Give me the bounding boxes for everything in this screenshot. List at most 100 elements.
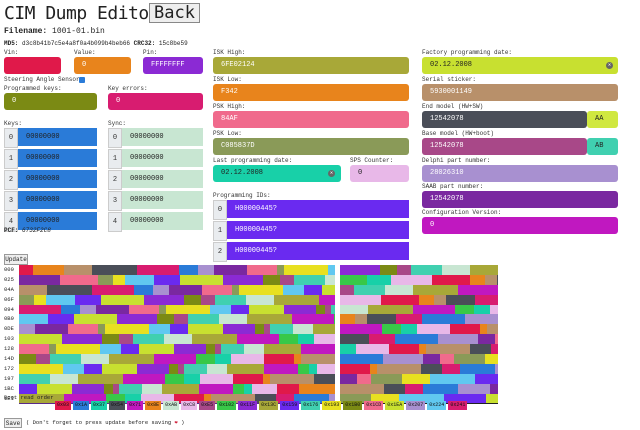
boot-chip[interactable]: 0x1A: [73, 401, 90, 410]
hex-offset: 1BC: [4, 384, 14, 392]
hex-segment: [80, 304, 96, 315]
sync-field[interactable]: 00000000: [122, 149, 203, 167]
boot-chip[interactable]: 0x1CD: [364, 401, 384, 410]
hex-segment: [419, 294, 434, 305]
vin-field[interactable]: [4, 57, 61, 74]
sps-field[interactable]: 0: [350, 165, 409, 182]
sync-field[interactable]: 00000000: [122, 212, 203, 230]
hex-segment: [319, 294, 335, 305]
hex-offset: 0DE: [4, 325, 14, 333]
pcf-label: PCF:: [4, 227, 19, 234]
serial-field[interactable]: 5930001149: [422, 84, 618, 101]
boot-chip[interactable]: 0x11F: [238, 401, 258, 410]
hex-segment: [478, 334, 495, 345]
hex-segment: [153, 284, 169, 295]
end-model-suffix[interactable]: AA: [587, 111, 618, 128]
boot-chip[interactable]: 0x159: [280, 401, 300, 410]
psk-low-field[interactable]: C085837D: [213, 138, 409, 155]
key-field[interactable]: 00000000: [18, 191, 97, 209]
key-field[interactable]: 00000000: [18, 149, 97, 167]
boot-chip[interactable]: 0x176: [301, 401, 321, 410]
prog-id-field[interactable]: H00000445?: [227, 242, 409, 260]
boot-chip[interactable]: 0x224: [427, 401, 447, 410]
base-model-field[interactable]: 12542078: [422, 138, 587, 155]
programmed-keys-field[interactable]: 0: [4, 93, 97, 110]
hex-segment: [78, 373, 123, 384]
hex-row: [19, 304, 335, 315]
isk-low-field[interactable]: F342: [213, 84, 409, 101]
hex-segment: [101, 294, 144, 305]
config-field[interactable]: 0: [422, 217, 618, 234]
last-prog-field[interactable]: 02.12.2008: [213, 165, 341, 182]
hex-segment: [237, 334, 279, 345]
psk-high-field[interactable]: 84AF: [213, 111, 409, 128]
hex-segment: [442, 265, 470, 275]
prog-id-index: 2: [213, 242, 227, 262]
boot-chip[interactable]: 0x03: [55, 401, 72, 410]
saab-field[interactable]: 12542078: [422, 191, 618, 208]
boot-chip[interactable]: 0xAB: [163, 401, 180, 410]
hex-byte-grid[interactable]: [19, 265, 335, 404]
hex-row: [340, 354, 498, 364]
boot-chip[interactable]: 0x193: [322, 401, 342, 410]
hex-segment: [46, 294, 75, 305]
key-errors-field[interactable]: 0: [108, 93, 203, 110]
key-field[interactable]: 00000000: [18, 128, 97, 146]
boot-chip[interactable]: 0x13C: [259, 401, 279, 410]
ascii-view[interactable]: [340, 265, 498, 404]
sync-field[interactable]: 00000000: [122, 191, 203, 209]
key-field[interactable]: 00000000: [18, 170, 97, 188]
sync-field[interactable]: 00000000: [122, 170, 203, 188]
prog-id-field[interactable]: H00000445?: [227, 200, 409, 218]
hex-segment: [50, 373, 78, 384]
hex-segment: [367, 314, 396, 325]
value-field[interactable]: 0: [74, 57, 131, 74]
end-model-field[interactable]: 12542078: [422, 111, 587, 128]
back-button[interactable]: Back: [149, 3, 200, 23]
update-button[interactable]: Update: [4, 254, 28, 265]
boot-chip[interactable]: 0x1B0: [343, 401, 363, 410]
boot-chip[interactable]: 0x207: [406, 401, 426, 410]
crc-value: 15c8be59: [158, 40, 188, 47]
hex-segment: [62, 334, 102, 345]
boot-chip[interactable]: 0x102: [217, 401, 237, 410]
base-model-suffix[interactable]: AB: [587, 138, 618, 155]
save-button[interactable]: Save: [4, 418, 22, 428]
hex-row: [340, 294, 498, 305]
delphi-field[interactable]: 28026310: [422, 165, 618, 182]
hex-offset: 094: [4, 305, 14, 313]
md5-value: d3c8b41b7c5e4a8f0a4b099b4beb66: [22, 40, 131, 47]
boot-chip[interactable]: 0xE5: [199, 401, 216, 410]
boot-chip[interactable]: 0xC8: [181, 401, 198, 410]
boot-chip[interactable]: 0x71: [127, 401, 144, 410]
hex-segment: [137, 363, 169, 374]
hex-segment: [396, 314, 422, 325]
boot-chip[interactable]: 0x54: [109, 401, 126, 410]
boot-chip[interactable]: 0x8E: [145, 401, 162, 410]
hex-segment: [293, 324, 313, 335]
isk-high-field[interactable]: 6FE02124: [213, 57, 409, 74]
hex-offset: 103: [4, 335, 14, 343]
pin-field[interactable]: FFFFFFFF: [143, 57, 203, 74]
clear-date-icon[interactable]: ✕: [606, 62, 613, 69]
hex-segment: [340, 304, 368, 315]
config-label: Configuration Version:: [422, 209, 502, 216]
key-index: 0: [4, 128, 18, 148]
psk-low-label: PSK Low:: [213, 130, 242, 137]
sync-index: 0: [108, 128, 122, 148]
boot-chip[interactable]: 0x37: [91, 401, 108, 410]
boot-chip[interactable]: 0x1EA: [385, 401, 405, 410]
hex-row: [340, 274, 498, 285]
clear-date-icon[interactable]: ✕: [328, 170, 335, 177]
boot-chip[interactable]: 0x241: [448, 401, 468, 410]
save-note-close: ): [181, 419, 185, 426]
sync-field[interactable]: 00000000: [122, 128, 203, 146]
sync-index: 3: [108, 191, 122, 211]
prog-id-field[interactable]: H00000445?: [227, 221, 409, 239]
hex-segment: [113, 274, 125, 285]
factory-date-field[interactable]: 02.12.2008: [422, 57, 618, 74]
steering-checkbox[interactable]: [79, 77, 85, 83]
hex-segment: [355, 314, 367, 325]
hex-segment: [470, 344, 491, 355]
save-note: ( Don't forget to press update before sa…: [26, 419, 184, 426]
